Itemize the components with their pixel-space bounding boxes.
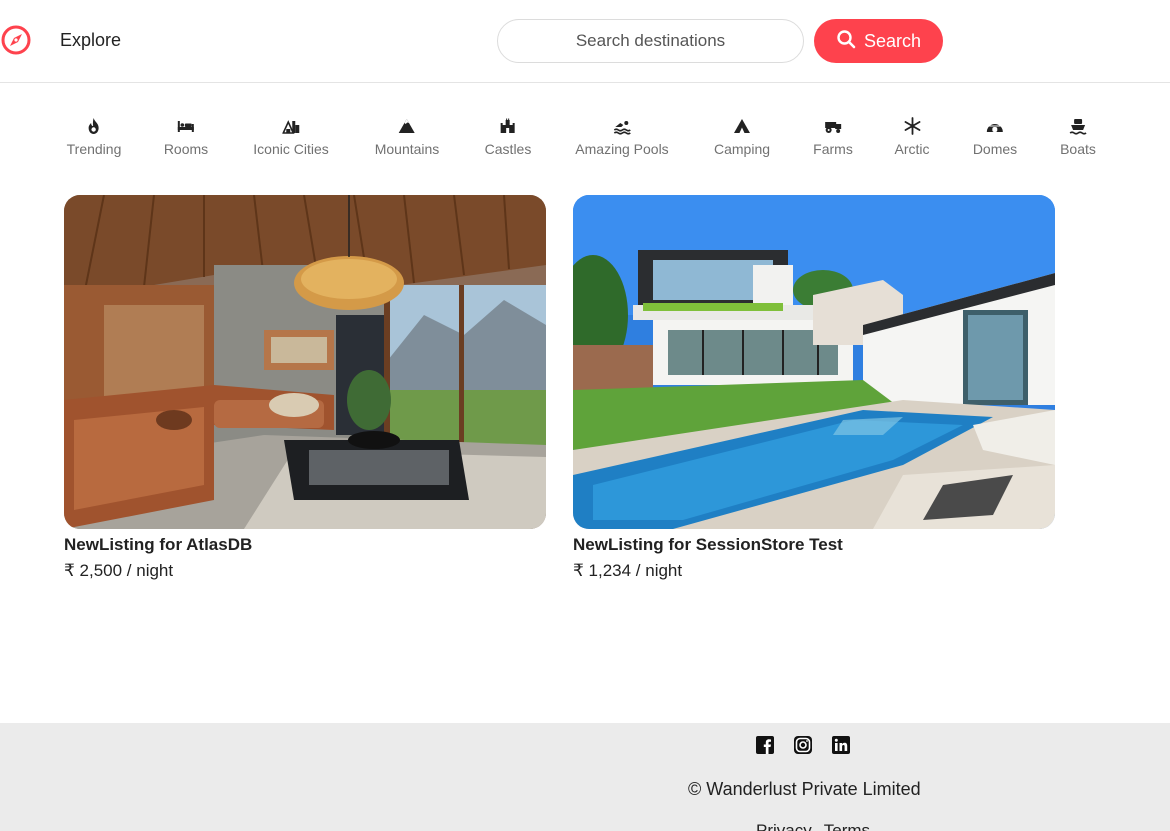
filter-label: Castles [484, 141, 532, 157]
ship-icon [1068, 116, 1088, 136]
filter-label: Domes [972, 141, 1018, 157]
navbar: Explore Search [0, 0, 1170, 83]
city-icon [281, 116, 301, 136]
snowflake-icon [902, 116, 922, 136]
facebook-icon[interactable] [755, 735, 775, 755]
search-icon [836, 29, 856, 54]
terms-link[interactable]: Terms [824, 821, 870, 831]
fire-icon [84, 116, 104, 136]
filter-bar: Trending Rooms Iconic Cities Mountains C… [0, 116, 1170, 166]
filter-farms[interactable]: Farms [813, 116, 853, 157]
filter-label: Iconic Cities [253, 141, 329, 157]
tractor-icon [823, 116, 843, 136]
filter-domes[interactable]: Domes [973, 116, 1017, 157]
bed-icon [176, 116, 196, 136]
social-links [755, 735, 851, 755]
filter-label: Trending [66, 141, 122, 157]
filter-label: Mountains [374, 141, 440, 157]
swimmer-icon [612, 116, 632, 136]
listing-price: ₹ 1,234 / night [573, 561, 683, 580]
mountain-icon [397, 116, 417, 136]
filter-camping[interactable]: Camping [714, 116, 770, 157]
filter-rooms[interactable]: Rooms [164, 116, 208, 157]
filter-castles[interactable]: Castles [484, 116, 532, 157]
copyright-text: © Wanderlust Private Limited [688, 779, 921, 799]
filter-label: Farms [813, 141, 853, 157]
footer: © Wanderlust Private Limited Privacy Ter… [0, 723, 1170, 831]
filter-amazing-pools[interactable]: Amazing Pools [575, 116, 669, 157]
compass-icon[interactable] [0, 24, 32, 56]
filter-label: Amazing Pools [575, 141, 669, 157]
castle-icon [498, 116, 518, 136]
instagram-icon[interactable] [793, 735, 813, 755]
filter-mountains[interactable]: Mountains [374, 116, 440, 157]
igloo-icon [985, 116, 1005, 136]
listing-card[interactable]: NewListing for AtlasDB ₹ 2,500 / night [64, 195, 546, 581]
listing-image[interactable] [573, 195, 1055, 529]
filter-label: Arctic [894, 141, 930, 157]
filter-arctic[interactable]: Arctic [895, 116, 930, 157]
privacy-link[interactable]: Privacy [756, 821, 812, 831]
listing-title: NewListing for AtlasDB [64, 535, 253, 554]
linkedin-icon[interactable] [831, 735, 851, 755]
tent-icon [732, 116, 752, 136]
listing-title: NewListing for SessionStore Test [573, 535, 843, 554]
search-button-label: Search [863, 30, 922, 51]
search-button[interactable]: Search [814, 19, 943, 63]
listing-card[interactable]: NewListing for SessionStore Test ₹ 1,234… [573, 195, 1055, 581]
listing-price: ₹ 2,500 / night [64, 561, 174, 580]
filter-trending[interactable]: Trending [66, 116, 122, 157]
filter-label: Camping [713, 141, 771, 157]
explore-link[interactable]: Explore [60, 30, 121, 51]
filter-iconic-cities[interactable]: Iconic Cities [253, 116, 329, 157]
filter-label: Boats [1060, 141, 1096, 157]
filter-boats[interactable]: Boats [1060, 116, 1096, 157]
listing-image[interactable] [64, 195, 546, 529]
search-input[interactable] [497, 19, 804, 63]
footer-links: Privacy Terms [756, 821, 870, 831]
filter-label: Rooms [163, 141, 209, 157]
